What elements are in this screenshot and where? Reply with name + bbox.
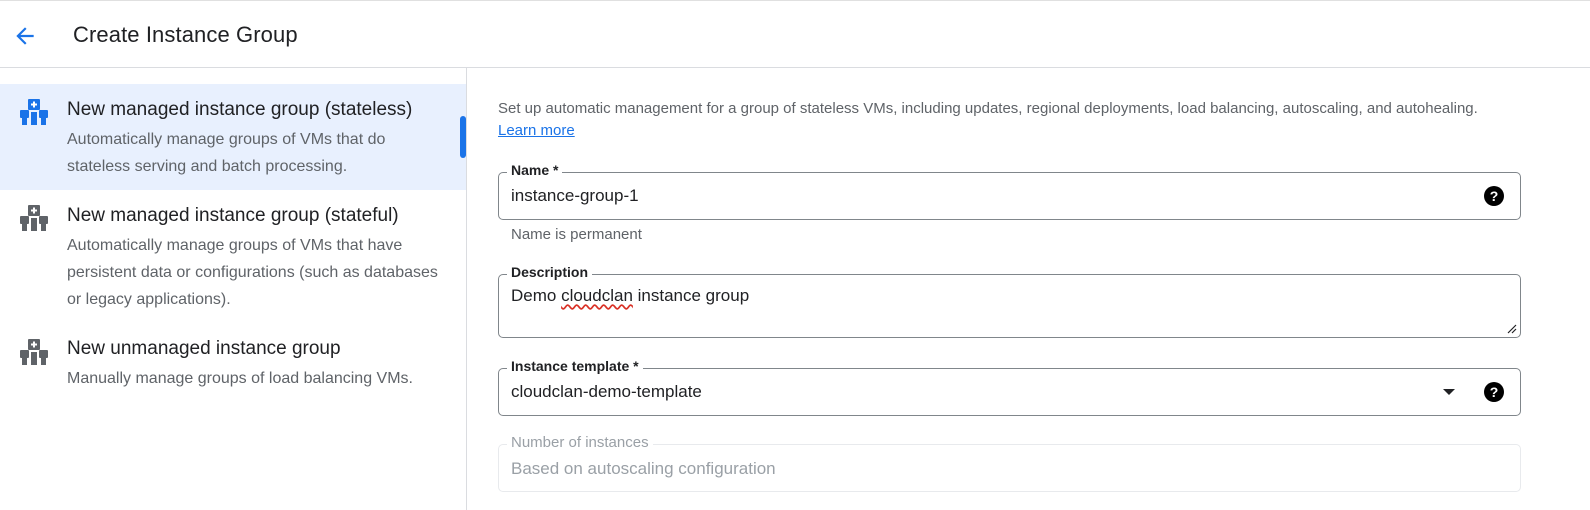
- option-title: New unmanaged instance group: [67, 338, 341, 359]
- name-hint: Name is permanent: [511, 226, 642, 243]
- option-title: New managed instance group (stateless): [67, 99, 413, 120]
- instance-template-field[interactable]: Instance template * cloudclan-demo-templ…: [498, 358, 1521, 416]
- name-label: Name *: [507, 162, 563, 178]
- description-text-start: Demo: [511, 286, 562, 305]
- selection-indicator: [460, 116, 466, 158]
- arrow-back-icon: [16, 27, 34, 45]
- name-field[interactable]: Name * instance-group-1 ?: [498, 162, 1521, 220]
- description-text-end: instance group: [632, 286, 750, 305]
- page-title: Create Instance Group: [73, 22, 298, 47]
- instance-template-select[interactable]: cloudclan-demo-template: [511, 382, 702, 402]
- learn-more-link[interactable]: Learn more: [498, 122, 575, 139]
- instance-group-type-sidebar: New managed instance group (stateless) A…: [0, 68, 467, 510]
- dropdown-arrow-icon[interactable]: [1442, 388, 1456, 396]
- option-title: New managed instance group (stateful): [67, 205, 399, 226]
- name-input[interactable]: instance-group-1: [511, 186, 639, 206]
- help-icon[interactable]: ?: [1484, 186, 1504, 206]
- description-field[interactable]: Description Demo cloudclan instance grou…: [498, 264, 1521, 338]
- managed-group-icon: [20, 99, 48, 125]
- number-of-instances-label: Number of instances: [507, 434, 653, 451]
- number-of-instances-value: Based on autoscaling configuration: [511, 459, 776, 478]
- option-description: Manually manage groups of load balancing…: [67, 370, 413, 387]
- description-label: Description: [507, 264, 593, 280]
- option-managed-stateful[interactable]: New managed instance group (stateful) Au…: [0, 190, 466, 310]
- unmanaged-group-icon: [20, 339, 48, 365]
- option-description: Automatically manage groups of VMs that …: [67, 237, 438, 308]
- help-icon[interactable]: ?: [1484, 382, 1504, 402]
- instance-template-label: Instance template *: [507, 358, 643, 374]
- option-managed-stateless[interactable]: New managed instance group (stateless) A…: [0, 84, 466, 190]
- option-unmanaged[interactable]: New unmanaged instance group Manually ma…: [0, 324, 466, 424]
- page-header: Create Instance Group: [0, 3, 1590, 68]
- description-textarea[interactable]: Demo cloudclan instance group: [511, 286, 749, 306]
- managed-group-icon: [20, 205, 48, 231]
- intro-text: Set up automatic management for a group …: [498, 98, 1498, 142]
- number-of-instances-field: Number of instances Based on autoscaling…: [498, 434, 1521, 492]
- resize-handle-icon[interactable]: [1505, 322, 1517, 334]
- misspelled-word: cloudclan: [561, 286, 633, 305]
- back-button[interactable]: [8, 19, 42, 53]
- option-description: Automatically manage groups of VMs that …: [67, 131, 386, 175]
- intro-description: Set up automatic management for a group …: [498, 100, 1478, 117]
